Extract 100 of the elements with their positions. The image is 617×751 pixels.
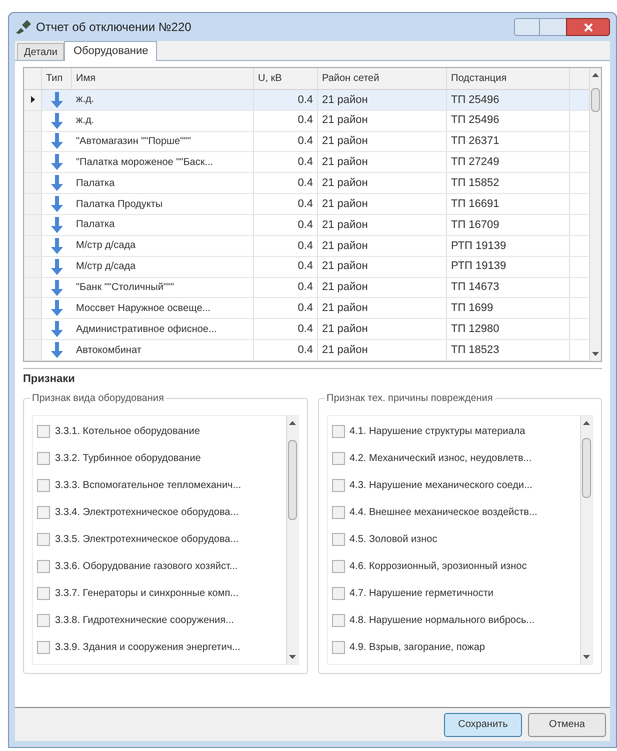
scrollbar[interactable]	[286, 416, 298, 664]
checkbox-option[interactable]: 3.3.1. Котельное оборудование	[33, 418, 286, 444]
table-row[interactable]: Палатка 0.4 21 район ТП 15852	[24, 173, 589, 194]
table-row[interactable]: Палатка 0.4 21 район ТП 16709	[24, 215, 589, 236]
checkbox[interactable]	[332, 478, 344, 492]
checkbox-option[interactable]: 3.3.9. Здания и сооружения энергетич...	[33, 634, 286, 660]
column-header[interactable]: Имя	[72, 68, 254, 89]
down-arrow-icon	[51, 238, 63, 254]
checkbox[interactable]	[332, 506, 344, 518]
scroll-down-icon[interactable]	[288, 654, 296, 658]
checkbox[interactable]	[332, 532, 344, 546]
table-cell-text: ТП 15852	[451, 176, 500, 191]
checkbox[interactable]	[37, 452, 50, 464]
cancel-button[interactable]: Отмена	[528, 712, 606, 736]
table-cell-text: ТП 27249	[451, 155, 500, 170]
table-row[interactable]: Автокомбинат 0.4 21 район ТП 18523	[24, 340, 589, 362]
table-cell-text: 21 район	[322, 342, 368, 358]
checkbox[interactable]	[37, 506, 50, 518]
checkbox-option[interactable]: 4.8. Нарушение нормального вибрось...	[328, 606, 580, 634]
column-header[interactable]: Тип	[42, 68, 72, 89]
table-row[interactable]: Административное офисное... 0.4 21 район ТП 12980	[24, 319, 589, 340]
checkbox-option[interactable]: 3.3.6. Оборудование газового хозяйст...	[33, 552, 286, 580]
table-cell-text: 0.4	[298, 322, 313, 337]
table-row[interactable]: ж.д. 0.4 21 район ТП 25496	[24, 110, 589, 132]
table-cell-text: 0.4	[298, 218, 313, 233]
table-row[interactable]: М/стр д/сада 0.4 21 район РТП 19139	[24, 236, 589, 257]
checkbox-option[interactable]: 3.3.8. Гидротехнические сооружения...	[33, 606, 286, 634]
table-cell-text: 0.4	[298, 176, 313, 191]
checkbox-option[interactable]: 4.7. Нарушение герметичности	[328, 580, 580, 606]
table-row[interactable]: М/стр д/сада 0.4 21 район РТП 19139	[24, 256, 589, 278]
checkbox[interactable]	[332, 614, 344, 626]
down-arrow-icon	[51, 196, 63, 212]
table-cell-text: ж.д.	[76, 93, 94, 108]
checkbox-option[interactable]: 4.9. Взрыв, загорание, пожар	[328, 634, 580, 660]
table-row[interactable]: "Банк ""Столичный""" 0.4 21 район ТП 14673	[24, 278, 589, 298]
column-header[interactable]: Район сетей	[318, 68, 447, 89]
scroll-thumb[interactable]	[591, 88, 600, 112]
close-button[interactable]	[566, 18, 610, 36]
down-arrow-icon	[51, 92, 63, 108]
section-title: Признаки	[23, 373, 75, 385]
scroll-thumb[interactable]	[582, 438, 591, 498]
scroll-up-icon[interactable]	[583, 420, 590, 424]
checkbox-option[interactable]: 3.3.7. Генераторы и синхронные комп...	[33, 580, 286, 606]
checkbox-option[interactable]: 4.6. Коррозионный, эрозионный износ	[328, 552, 580, 580]
table-cell-text: "Банк ""Столичный"""	[76, 281, 174, 295]
tab[interactable]: Детали	[17, 43, 64, 60]
scrollbar[interactable]	[589, 68, 601, 361]
scroll-down-icon[interactable]	[592, 352, 599, 356]
checkbox[interactable]	[332, 586, 344, 600]
save-button[interactable]: Сохранить	[444, 712, 522, 736]
scroll-up-icon[interactable]	[288, 420, 296, 424]
maximize-button[interactable]	[540, 18, 566, 36]
column-header[interactable]: U, кВ	[254, 68, 318, 89]
down-arrow-icon	[51, 154, 63, 170]
table-cell-text: "Палатка мороженое ""Баск...	[76, 156, 214, 170]
table-cell-text: РТП 19139	[451, 259, 506, 274]
table-row[interactable]: "Автомагазин ""Порше""" 0.4 21 район ТП 26371	[24, 132, 589, 152]
current-row-icon	[30, 96, 34, 104]
group-title: Признак вида оборудования	[30, 390, 166, 406]
checkbox[interactable]	[332, 640, 344, 654]
checkbox-option[interactable]: 3.3.2. Турбинное оборудование	[33, 444, 286, 472]
checkbox[interactable]	[332, 560, 344, 572]
table-cell-text: 0.4	[298, 342, 313, 358]
checkbox[interactable]	[37, 532, 50, 546]
checkbox-option[interactable]: 3.3.5. Электротехническое оборудова...	[33, 526, 286, 552]
checkbox[interactable]	[37, 560, 50, 572]
checkbox-option[interactable]: 4.2. Механический износ, неудовлетв...	[328, 444, 580, 472]
checkbox[interactable]	[37, 424, 50, 438]
scroll-up-icon[interactable]	[592, 73, 599, 77]
table-cell-text: ТП 1699	[451, 301, 494, 316]
column-header[interactable]: Подстанция	[447, 68, 570, 89]
tab[interactable]: Оборудование	[64, 41, 158, 61]
checkbox[interactable]	[332, 424, 344, 438]
table-row[interactable]: Палатка Продукты 0.4 21 район ТП 16691	[24, 194, 589, 215]
minimize-button[interactable]	[514, 18, 540, 36]
table-cell-text: 0.4	[298, 134, 313, 150]
down-arrow-icon	[51, 280, 63, 296]
close-icon[interactable]	[584, 22, 592, 32]
checkbox-option[interactable]: 3.3.4. Электротехническое оборудова...	[33, 498, 286, 526]
checkbox-option[interactable]: 4.4. Внешнее механическое воздейств...	[328, 498, 580, 526]
checkbox[interactable]	[37, 614, 50, 626]
table-row[interactable]: Моссвет Наружное освеще... 0.4 21 район ТП 1699	[24, 298, 589, 320]
table-row[interactable]: ж.д. 0.4 21 район ТП 25496	[24, 90, 589, 111]
table-cell-text: 21 район	[322, 259, 368, 274]
checkbox-option[interactable]: 3.3.3. Вспомогательное тепломеханич...	[33, 472, 286, 498]
checkbox[interactable]	[37, 640, 50, 654]
table-cell-text: Палатка Продукты	[76, 198, 163, 212]
checkbox-option[interactable]: 4.5. Золовой износ	[328, 526, 580, 552]
scrollbar[interactable]	[580, 416, 592, 664]
checkbox[interactable]	[37, 478, 50, 492]
down-arrow-icon	[51, 175, 63, 192]
checkbox[interactable]	[332, 452, 344, 464]
checkbox[interactable]	[37, 586, 50, 600]
checkbox-option[interactable]: 4.3. Нарушение механического соеди...	[328, 472, 580, 498]
scroll-down-icon[interactable]	[583, 654, 590, 658]
scroll-thumb[interactable]	[288, 440, 296, 520]
checkbox-option[interactable]: 4.1. Нарушение структуры материала	[328, 418, 580, 444]
table-row[interactable]: "Палатка мороженое ""Баск... 0.4 21 район ТП 27249	[24, 152, 589, 174]
table-cell-text: 21 район	[322, 155, 368, 170]
table-cell-text: 0.4	[298, 301, 313, 316]
